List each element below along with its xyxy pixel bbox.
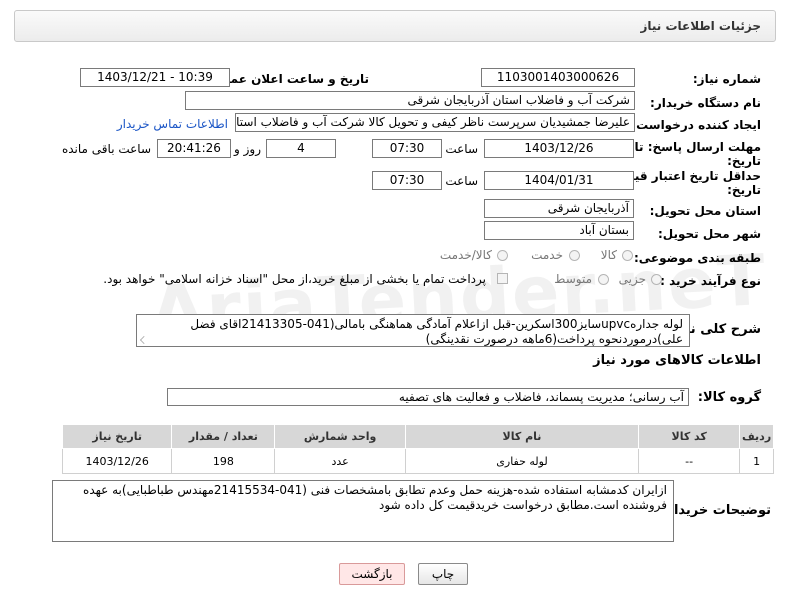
buyer-notes-label: توضیحات خریدار:: [661, 503, 771, 518]
col-unit: واحد شمارش: [274, 424, 406, 449]
items-table-header: ردیف کد کالا نام کالا واحد شمارش تعداد /…: [61, 424, 774, 449]
cell-date: 1403/12/26: [61, 448, 173, 474]
resize-handle-icon[interactable]: [140, 336, 148, 344]
cell-qty: 198: [171, 448, 276, 474]
price-validity-time-label: ساعت: [445, 174, 478, 188]
price-validity-time: 07:30: [372, 171, 442, 190]
goods-group-field: آب رسانی؛ مدیریت پسماند، فاضلاب و فعالیت…: [167, 388, 689, 406]
col-name: نام کالا: [404, 424, 640, 449]
purchase-medium-text: متوسط: [554, 272, 592, 286]
description-text: لوله جدارهupvcسایز300اسکرین-قبل ازاعلام …: [190, 317, 683, 346]
category-goods-text: کالا: [600, 248, 617, 262]
purchase-type-label: نوع فرآیند خرید :: [660, 274, 761, 288]
days-label: روز و: [234, 142, 261, 156]
category-service-radio[interactable]: [569, 250, 580, 261]
treasury-note: پرداخت تمام یا بخشی از مبلغ خرید،از محل …: [103, 272, 486, 286]
need-number-field: 1103001403000626: [481, 68, 635, 87]
buyer-notes-textarea: ازایران کدمشابه استفاده شده-هزینه حمل وع…: [52, 480, 674, 542]
buyer-notes-text: ازایران کدمشابه استفاده شده-هزینه حمل وع…: [83, 483, 667, 512]
need-number-label: شماره نیاز:: [692, 72, 761, 86]
announce-datetime-field: 1403/12/21 - 10:39: [80, 68, 230, 87]
cell-code: --: [638, 448, 741, 474]
description-textarea: لوله جدارهupvcسایز300اسکرین-قبل ازاعلام …: [136, 314, 690, 347]
price-validity-date: 1404/01/31: [484, 171, 634, 190]
reply-deadline-label: مهلت ارسال پاسخ: تا: [634, 140, 762, 154]
purchase-minor-text: جزیی: [618, 272, 646, 286]
purchase-medium-radio[interactable]: [598, 274, 609, 285]
delivery-city-label: شهر محل تحویل:: [657, 227, 761, 241]
remaining-label: ساعت باقی مانده: [61, 142, 151, 156]
remaining-time: 20:41:26: [157, 139, 231, 158]
price-validity-label-2: تاریخ:: [727, 183, 761, 197]
category-goods-radio[interactable]: [622, 250, 633, 261]
goods-group-label: گروه کالا:: [697, 390, 761, 405]
reply-deadline-label-2: تاریخ:: [727, 154, 761, 168]
treasury-checkbox[interactable]: [497, 273, 508, 284]
back-button[interactable]: بازگشت: [339, 563, 405, 585]
reply-deadline-date: 1403/12/26: [484, 139, 634, 158]
remaining-days: 4: [266, 139, 336, 158]
delivery-province-label: استان محل تحویل:: [649, 204, 761, 218]
delivery-province-field: آذربایجان شرقی: [484, 199, 634, 218]
cell-unit: عدد: [274, 448, 406, 474]
col-code: کد کالا: [638, 424, 741, 449]
table-row: 1 -- لوله حفاری عدد 198 1403/12/26: [61, 448, 774, 474]
category-goods-service-text: کالا/خدمت: [439, 248, 492, 262]
col-date: تاریخ نیاز: [61, 424, 173, 449]
cell-row: 1: [739, 448, 774, 474]
reply-deadline-time: 07:30: [372, 139, 442, 158]
col-row: ردیف: [739, 424, 774, 449]
buyer-org-label: نام دستگاه خریدار:: [650, 96, 761, 110]
delivery-city-field: بستان آباد: [484, 221, 634, 240]
buyer-contact-link[interactable]: اطلاعات تماس خریدار: [117, 117, 228, 131]
category-service-text: خدمت: [531, 248, 563, 262]
cell-name: لوله حفاری: [404, 448, 640, 474]
buyer-org-field: شرکت آب و فاضلاب استان آذربایجان شرقی: [185, 91, 635, 110]
purchase-minor-radio[interactable]: [651, 274, 662, 285]
items-section-title: اطلاعات کالاهای مورد نیاز: [593, 353, 761, 368]
panel-title: جزئیات اطلاعات نیاز: [640, 19, 761, 33]
requester-label: ایجاد کننده درخواست:: [631, 118, 761, 132]
panel-header: جزئیات اطلاعات نیاز: [14, 10, 776, 42]
print-button[interactable]: چاپ: [418, 563, 468, 585]
category-label: طبقه بندی موضوعی:: [633, 251, 761, 265]
col-qty: تعداد / مقدار: [171, 424, 276, 449]
items-table: ردیف کد کالا نام کالا واحد شمارش تعداد /…: [61, 424, 774, 474]
reply-time-label: ساعت: [445, 142, 478, 156]
category-goods-service-radio[interactable]: [497, 250, 508, 261]
requester-field: علیرضا جمشیدیان سرپرست ناظر کیفی و تحویل…: [235, 113, 635, 132]
